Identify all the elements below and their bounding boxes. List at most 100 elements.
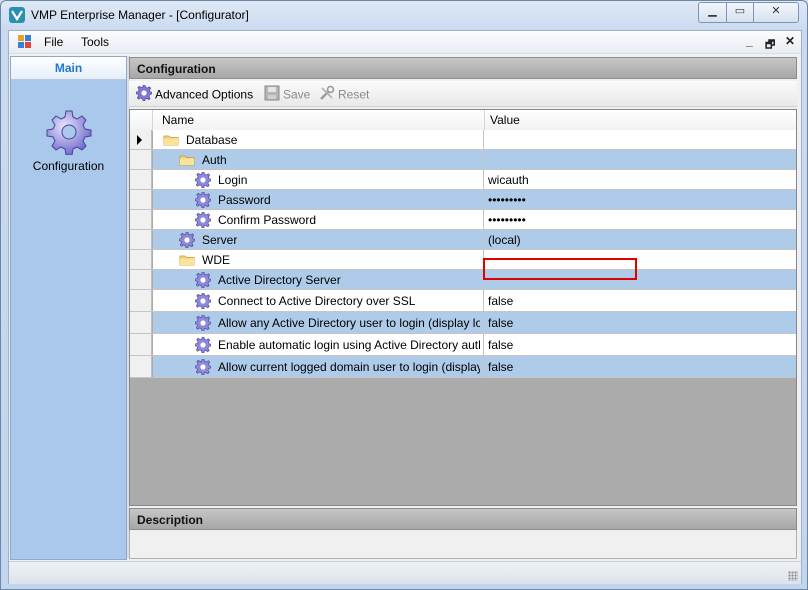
setting-name: Allow any Active Directory user to login…	[218, 316, 480, 330]
grid-row[interactable]: Allow any Active Directory user to login…	[130, 312, 796, 334]
reset-label: Reset	[338, 87, 370, 102]
status-bar	[9, 561, 801, 584]
configuration-panel: Configuration Advanced Options Save Rese…	[129, 57, 799, 559]
grid-row[interactable]: Password •••••••••	[130, 190, 796, 210]
column-header-value[interactable]: Value	[490, 113, 520, 127]
row-header[interactable]	[130, 290, 152, 311]
grid-row[interactable]: Server (local)	[130, 230, 796, 250]
mdi-child-icon[interactable]	[18, 35, 32, 49]
row-header[interactable]	[130, 190, 152, 209]
advanced-options-label: Advanced Options	[155, 87, 254, 102]
value-cell[interactable]: wicauth	[484, 170, 796, 189]
grid-row[interactable]: Login wicauth	[130, 170, 796, 190]
maximize-button[interactable]: ▭	[726, 2, 754, 23]
title-bar[interactable]: VMP Enterprise Manager - [Configurator] …	[1, 1, 807, 29]
gear-icon	[194, 358, 212, 376]
name-cell[interactable]: Login	[153, 170, 484, 189]
name-cell[interactable]: Connect to Active Directory over SSL	[153, 290, 484, 311]
nav-item-configuration[interactable]: Configuration	[11, 109, 126, 173]
description-header: Description	[129, 508, 797, 530]
setting-name: Auth	[202, 153, 227, 167]
grid-row[interactable]: Auth	[130, 150, 796, 170]
setting-value: wicauth	[488, 173, 529, 187]
name-cell[interactable]: WDE	[153, 250, 484, 269]
value-cell[interactable]	[484, 130, 796, 149]
row-header[interactable]	[130, 312, 152, 333]
folder-icon	[179, 252, 195, 268]
grid-row[interactable]: Allow current logged domain user to logi…	[130, 356, 796, 378]
nav-item-label: Configuration	[32, 159, 105, 173]
name-cell[interactable]: Active Directory Server	[153, 270, 484, 289]
name-cell[interactable]: Auth	[153, 150, 484, 169]
value-cell[interactable]	[484, 150, 796, 169]
gear-icon	[194, 271, 212, 289]
value-cell[interactable]: false	[484, 356, 796, 377]
setting-value: (local)	[488, 233, 521, 247]
grid-header: Name Value	[130, 110, 796, 131]
name-cell[interactable]: Database	[153, 130, 484, 149]
gear-icon	[46, 109, 92, 156]
nav-header-main[interactable]: Main	[11, 57, 126, 80]
grid-row[interactable]: Active Directory Server	[130, 270, 796, 290]
save-label: Save	[283, 87, 311, 102]
grid-row[interactable]: Connect to Active Directory over SSL fals…	[130, 290, 796, 312]
row-header[interactable]	[130, 334, 152, 355]
app-window: VMP Enterprise Manager - [Configurator] …	[0, 0, 808, 590]
configuration-header: Configuration	[129, 57, 797, 79]
row-header[interactable]	[130, 230, 152, 249]
setting-name: WDE	[202, 253, 230, 267]
setting-name: Login	[218, 173, 248, 187]
save-icon	[264, 85, 280, 106]
mdi-minimize-button[interactable]: _	[746, 34, 753, 48]
value-cell[interactable]: false	[484, 312, 796, 333]
client-area: File Tools _ 🗗 ✕ Main Configuration Conf…	[8, 30, 802, 584]
row-header[interactable]	[130, 130, 152, 149]
advanced-options-button[interactable]: Advanced Options	[135, 84, 254, 102]
row-header[interactable]	[130, 170, 152, 189]
gear-icon	[194, 171, 212, 189]
value-cell[interactable]: false	[484, 334, 796, 355]
reset-button[interactable]: Reset	[319, 85, 369, 102]
value-cell[interactable]: •••••••••	[484, 210, 796, 229]
close-button[interactable]: ✕	[753, 2, 799, 23]
grid-row[interactable]: Database	[130, 130, 796, 150]
value-cell[interactable]: false	[484, 290, 796, 311]
folder-icon	[179, 152, 195, 168]
setting-value: false	[488, 294, 514, 308]
mdi-restore-button[interactable]: 🗗	[765, 36, 775, 55]
name-cell[interactable]: Allow current logged domain user to logi…	[153, 356, 484, 377]
menu-file[interactable]: File	[44, 35, 63, 49]
menu-tools[interactable]: Tools	[81, 35, 109, 49]
row-header[interactable]	[130, 210, 152, 229]
setting-value: false	[488, 338, 514, 352]
gear-icon	[135, 84, 153, 106]
row-header[interactable]	[130, 270, 152, 289]
grid-row[interactable]: Confirm Password •••••••••	[130, 210, 796, 230]
folder-icon	[163, 132, 179, 148]
row-header[interactable]	[130, 150, 152, 169]
name-cell[interactable]: Allow any Active Directory user to login…	[153, 312, 484, 333]
column-header-name[interactable]: Name	[162, 113, 194, 127]
setting-name: Server	[202, 233, 238, 247]
gear-icon	[194, 314, 212, 332]
name-cell[interactable]: Confirm Password	[153, 210, 484, 229]
mdi-close-button[interactable]: ✕	[785, 34, 795, 48]
row-header[interactable]	[130, 250, 152, 269]
grid-row[interactable]: Enable automatic login using Active Dire…	[130, 334, 796, 356]
row-header[interactable]	[130, 356, 152, 377]
property-grid: Name Value Database Auth Login wicauth Passw…	[129, 109, 797, 506]
name-cell[interactable]: Server	[153, 230, 484, 249]
name-cell[interactable]: Enable automatic login using Active Dire…	[153, 334, 484, 355]
save-button[interactable]: Save	[264, 85, 310, 102]
setting-value: •••••••••	[488, 213, 526, 227]
name-cell[interactable]: Password	[153, 190, 484, 209]
current-row-arrow-icon	[137, 135, 142, 145]
value-cell[interactable]: (local)	[484, 230, 796, 249]
gear-icon	[194, 211, 212, 229]
navigation-pane: Main Configuration	[10, 56, 127, 560]
setting-name: Allow current logged domain user to logi…	[218, 360, 480, 374]
grid-row[interactable]: WDE	[130, 250, 796, 270]
resize-grip-icon[interactable]	[788, 571, 798, 581]
value-cell[interactable]: •••••••••	[484, 190, 796, 209]
minimize-button[interactable]: ▁	[698, 2, 727, 23]
